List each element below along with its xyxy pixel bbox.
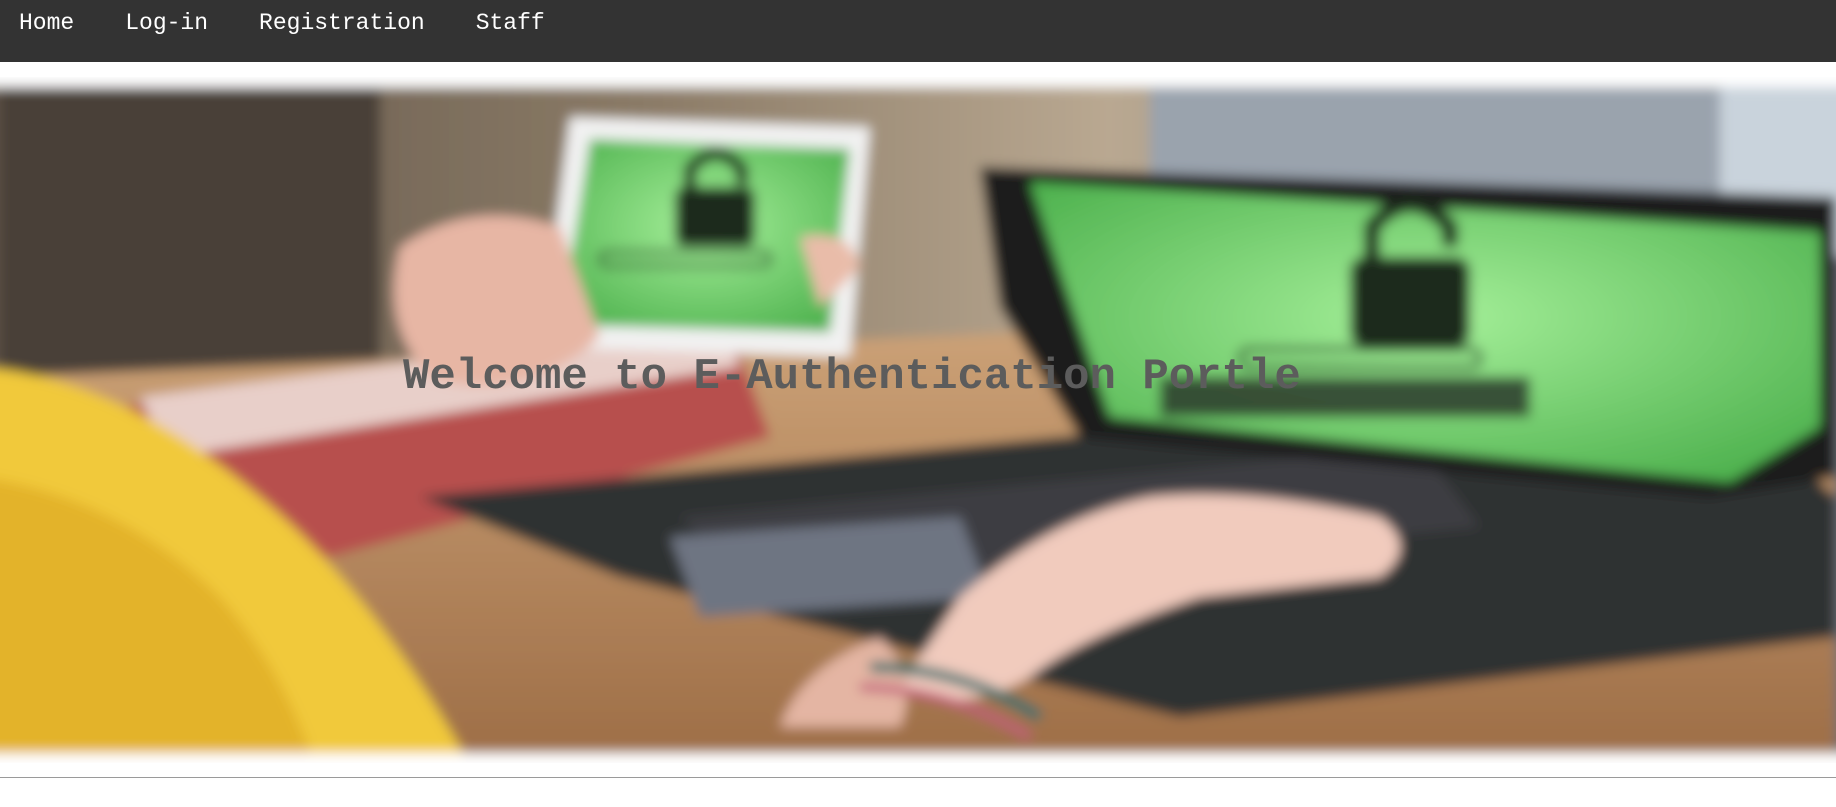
top-navbar: Home Log-in Registration Staff: [0, 0, 1836, 62]
horizontal-divider: [0, 777, 1836, 778]
hero-banner: Welcome to E-Authentication Portle: [0, 77, 1836, 763]
hero-background-image: [0, 77, 1836, 763]
welcome-heading: Welcome to E-Authentication Portle: [403, 352, 1301, 402]
nav-staff-link[interactable]: Staff: [476, 0, 545, 46]
nav-menu: Home Log-in Registration Staff: [0, 0, 1836, 46]
nav-home-link[interactable]: Home: [19, 0, 74, 46]
nav-login-link[interactable]: Log-in: [125, 0, 208, 46]
nav-registration-link[interactable]: Registration: [259, 0, 425, 46]
